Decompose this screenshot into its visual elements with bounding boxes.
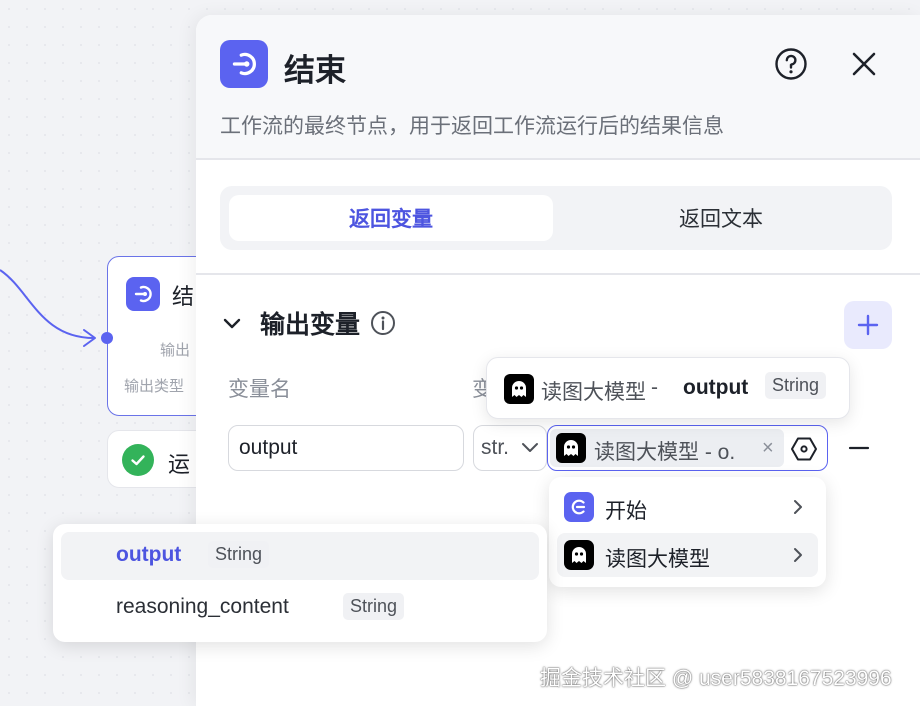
tooltip-variable-name: output — [683, 376, 749, 399]
reference-tooltip: 读图大模型 - output String — [486, 357, 850, 419]
add-variable-button[interactable] — [844, 301, 892, 349]
output-variables-section-header: 输出变量 — [220, 305, 396, 341]
tooltip-type-badge: String — [765, 372, 827, 399]
clear-reference-icon[interactable]: × — [762, 437, 774, 460]
variable-name-input[interactable]: output — [228, 425, 464, 471]
node-menu-item-image-llm[interactable]: 读图大模型 — [557, 533, 818, 577]
tab-return-variables[interactable]: 返回变量 — [229, 195, 553, 241]
node-menu-item-label: 开始 — [605, 500, 647, 523]
minus-icon[interactable] — [846, 435, 872, 461]
start-node-icon — [564, 492, 594, 522]
variable-menu-item-name: reasoning_content — [116, 595, 289, 618]
variable-type-value: str. — [481, 436, 510, 459]
end-node-output-label: 输出 — [160, 342, 191, 359]
end-node-output-type-label: 输出类型 — [124, 378, 185, 395]
output-variables-title: 输出变量 — [260, 311, 361, 339]
variable-menu-item-name: output — [116, 543, 182, 566]
node-input-port[interactable] — [101, 332, 113, 344]
column-header-name: 变量名 — [228, 378, 291, 401]
chevron-right-icon — [794, 548, 802, 562]
check-circle-icon — [122, 444, 154, 476]
tooltip-separator: - — [651, 376, 658, 399]
chevron-right-icon — [794, 500, 802, 514]
variable-reference-field[interactable]: 读图大模型 - o. × — [547, 425, 828, 471]
ghost-llm-icon — [556, 433, 586, 463]
end-node-icon — [220, 40, 268, 88]
variable-menu-item-reasoning-content[interactable]: reasoning_content String — [61, 584, 539, 632]
info-icon[interactable] — [370, 310, 396, 336]
chevron-down-icon — [522, 443, 538, 452]
end-node-title: 结 — [172, 284, 195, 309]
tooltip-node-name: 读图大模型 — [541, 381, 646, 404]
panel-description: 工作流的最终节点，用于返回工作流运行后的结果信息 — [220, 115, 724, 138]
plus-icon — [857, 314, 879, 336]
close-icon[interactable] — [848, 48, 880, 80]
node-menu-item-label: 读图大模型 — [605, 548, 710, 571]
chevron-down-icon[interactable] — [220, 311, 244, 335]
node-selection-menu: 开始 读图大模型 — [549, 477, 826, 587]
variable-type-badge: String — [343, 593, 405, 620]
end-node-icon — [126, 277, 160, 311]
ghost-llm-icon — [564, 540, 594, 570]
variable-selection-menu: output String reasoning_content String — [53, 524, 547, 642]
node-menu-item-start[interactable]: 开始 — [557, 485, 818, 529]
return-mode-tabs: 返回变量 返回文本 — [220, 186, 892, 250]
panel-title: 结束 — [284, 53, 346, 88]
reference-text: 读图大模型 - o. — [594, 441, 736, 464]
variable-menu-item-output[interactable]: output String — [61, 532, 539, 580]
connection-edge — [0, 269, 96, 347]
variable-hexagon-icon[interactable] — [790, 435, 818, 463]
panel-header: 结束 工作流的最终节点，用于返回工作流运行后的结果信息 — [196, 15, 920, 160]
reference-chip[interactable]: 读图大模型 - o. × — [550, 429, 784, 467]
section-divider — [196, 273, 920, 275]
variable-type-badge: String — [208, 541, 270, 568]
variable-type-select[interactable]: str. — [473, 425, 547, 471]
watermark: 掘金技术社区 @ user5838167523996 — [540, 667, 892, 690]
tab-return-text[interactable]: 返回文本 — [559, 195, 883, 241]
question-circle-icon[interactable] — [774, 47, 808, 81]
ghost-llm-icon — [504, 374, 534, 404]
run-status-text: 运 — [168, 452, 191, 477]
